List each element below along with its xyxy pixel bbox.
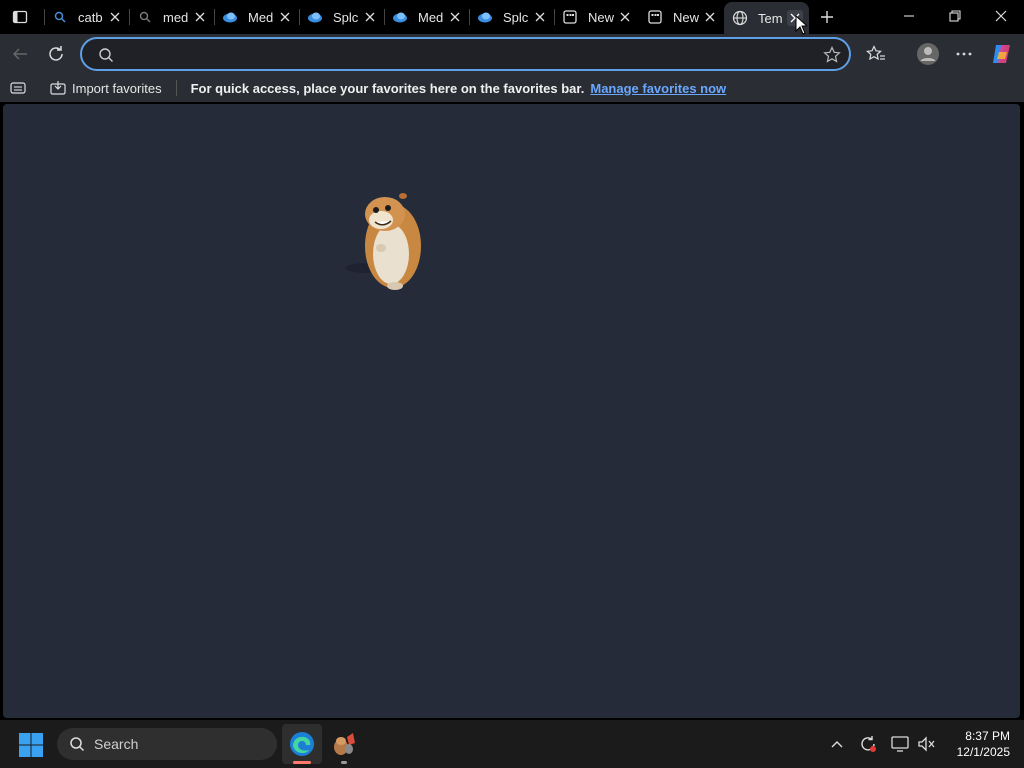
tab-title: Splc (503, 9, 529, 25)
start-button[interactable] (18, 732, 44, 763)
tab-3[interactable]: Med (214, 3, 299, 31)
browser-toolbar (0, 34, 1024, 74)
close-tab-icon[interactable] (107, 9, 123, 25)
tab-title: catb (78, 9, 103, 25)
taskbar-search-label: Search (94, 736, 139, 752)
tab-title: med (163, 9, 189, 25)
manage-favorites-link[interactable]: Manage favorites now (590, 81, 726, 96)
close-tab-icon[interactable] (447, 9, 463, 25)
tab-actions-icon (12, 10, 28, 24)
sync-icon (861, 736, 876, 752)
import-favorites-label: Import favorites (72, 80, 162, 96)
taskbar-edge[interactable] (282, 724, 322, 764)
close-tab-icon[interactable] (362, 9, 378, 25)
new-tab-button[interactable] (814, 4, 840, 30)
cloud-icon (477, 9, 493, 25)
volume-muted-icon (918, 736, 935, 752)
taskbar: Search 8:37 PM 12/1/2025 (0, 720, 1024, 768)
refresh-button[interactable] (42, 40, 70, 68)
tab-title: Med (248, 9, 274, 25)
tab-title: New (588, 9, 615, 25)
more-dots-icon (956, 52, 972, 56)
close-icon (995, 10, 1007, 22)
tab-title: New (673, 9, 700, 25)
running-indicator (341, 761, 347, 764)
minimize-icon (904, 15, 914, 17)
tab-7[interactable]: New (554, 3, 639, 31)
chevron-up-icon (831, 741, 843, 748)
search-icon (137, 9, 153, 25)
taskbar-app-2[interactable] (324, 724, 364, 764)
favbar-message: For quick access, place your favorites h… (190, 80, 585, 96)
tab-8[interactable]: New (639, 3, 724, 31)
search-icon (70, 737, 85, 752)
tab-5[interactable]: Med (384, 3, 469, 31)
search-icon (98, 47, 114, 68)
cloud-icon (392, 9, 408, 25)
tab-actions-button[interactable] (6, 5, 34, 29)
favorites-list-icon (866, 45, 885, 61)
display-tray-icon[interactable] (890, 734, 910, 754)
clock-time: 8:37 PM (965, 729, 1010, 743)
app-character-icon (334, 733, 355, 755)
taskbar-search[interactable]: Search (57, 728, 277, 760)
profile-button[interactable] (914, 40, 942, 68)
close-tab-icon[interactable] (532, 9, 548, 25)
address-input[interactable] (126, 45, 806, 65)
active-indicator (293, 761, 311, 764)
globe-icon (732, 10, 748, 26)
windows-logo-icon (19, 733, 43, 757)
tab-title: Med (418, 9, 444, 25)
monitor-icon (891, 736, 909, 752)
favbar-divider (175, 80, 177, 96)
cloud-icon (307, 9, 323, 25)
close-tab-icon[interactable] (702, 9, 718, 25)
new-tab-icon (647, 9, 663, 25)
page-content (3, 104, 1020, 718)
close-window-button[interactable] (978, 0, 1024, 32)
back-button[interactable] (6, 40, 34, 68)
add-favorite-star-icon[interactable] (823, 46, 841, 69)
cloud-icon (222, 9, 238, 25)
mouse-cursor-icon (795, 15, 807, 35)
tab-title: Splc (333, 9, 359, 25)
edge-icon (290, 732, 314, 756)
close-tab-icon[interactable] (617, 9, 633, 25)
clock-date: 12/1/2025 (956, 745, 1010, 759)
plus-icon (821, 11, 833, 23)
close-tab-icon[interactable] (277, 9, 293, 25)
new-tab-icon (562, 9, 578, 25)
hamster-image (345, 193, 421, 290)
sync-tray-icon[interactable] (858, 734, 878, 754)
back-arrow-icon (12, 48, 27, 60)
show-hidden-icons-button[interactable] (827, 734, 847, 754)
tab-4[interactable]: Splc (299, 3, 384, 31)
minimize-button[interactable] (886, 0, 932, 32)
favorites-button[interactable] (862, 40, 890, 68)
search-icon (52, 9, 68, 25)
refresh-icon (49, 46, 63, 61)
import-favorites-button[interactable]: Import favorites (50, 81, 162, 96)
tab-2[interactable]: med (129, 3, 214, 31)
tab-title: Tem (758, 10, 782, 26)
close-tab-icon[interactable] (192, 9, 208, 25)
address-bar[interactable] (80, 37, 851, 71)
restore-button[interactable] (932, 0, 978, 32)
settings-more-button[interactable] (950, 40, 978, 68)
tab-6[interactable]: Splc (469, 3, 554, 31)
profile-avatar-icon (917, 43, 939, 65)
favorites-bar: Import favorites For quick access, place… (0, 74, 1024, 102)
restore-icon (949, 10, 961, 22)
copilot-button[interactable] (988, 40, 1016, 68)
import-icon (50, 81, 66, 95)
volume-tray-icon[interactable] (916, 734, 936, 754)
title-bar: catb med Med Splc Med Splc New New Tem (0, 0, 1024, 34)
tab-1[interactable]: catb (44, 3, 129, 31)
copilot-icon (993, 45, 1010, 63)
reading-view-icon[interactable] (10, 81, 26, 95)
taskbar-clock[interactable]: 8:37 PM 12/1/2025 (946, 728, 1010, 760)
